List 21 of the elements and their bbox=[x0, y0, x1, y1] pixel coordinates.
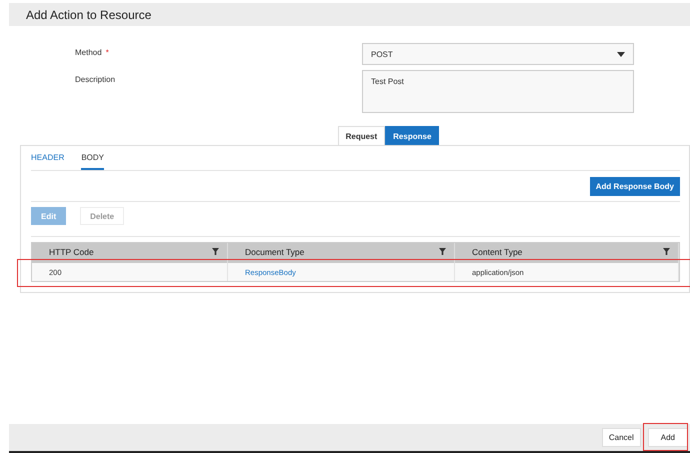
dialog-title: Add Action to Resource bbox=[26, 8, 152, 22]
tab[interactable]: Request bbox=[338, 126, 386, 145]
tab[interactable]: BODY bbox=[81, 146, 104, 170]
add-response-body-button[interactable]: Add Response Body bbox=[590, 177, 680, 196]
footer-button[interactable]: Add bbox=[648, 428, 688, 447]
field-label: Description bbox=[75, 75, 116, 86]
required-mark: * bbox=[106, 48, 109, 59]
field-label: Method bbox=[75, 48, 102, 59]
highlight-box bbox=[643, 423, 688, 451]
filter-icon[interactable] bbox=[663, 248, 670, 255]
footer-button[interactable]: Cancel bbox=[602, 428, 641, 447]
column-header: Document Type bbox=[245, 246, 304, 256]
tab[interactable]: Response bbox=[385, 126, 440, 145]
description-field[interactable]: Test Post bbox=[362, 70, 634, 113]
method-select[interactable]: POST bbox=[362, 43, 634, 65]
column-header: Content Type bbox=[472, 246, 522, 256]
tab[interactable]: HEADER bbox=[31, 146, 64, 170]
column-header: HTTP Code bbox=[49, 246, 94, 256]
filter-icon[interactable] bbox=[439, 248, 446, 255]
filter-icon[interactable] bbox=[212, 248, 219, 255]
caret-icon bbox=[617, 52, 625, 56]
